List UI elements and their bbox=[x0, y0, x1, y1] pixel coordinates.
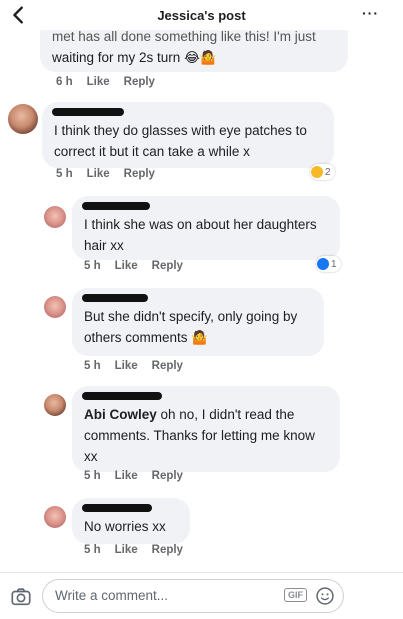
comment-time: 5 h bbox=[84, 544, 101, 556]
comment-input[interactable] bbox=[55, 588, 275, 603]
page-title: Jessica's post bbox=[157, 8, 246, 23]
comment-meta: 5 h Like Reply bbox=[84, 470, 183, 482]
comment-text: I think they do glasses with eye patches… bbox=[54, 123, 307, 138]
reply-button[interactable]: Reply bbox=[152, 470, 183, 482]
like-button[interactable]: Like bbox=[115, 470, 138, 482]
comment-text: But she didn't specify, only going by bbox=[84, 309, 298, 324]
comment-thread[interactable]: met has all done something like this! I'… bbox=[0, 30, 403, 570]
comment-bubble: Abi Cowley oh no, I didn't read the comm… bbox=[72, 386, 340, 472]
redacted-name bbox=[82, 392, 162, 400]
comment-text-partial: met has all done something like this! I'… bbox=[52, 30, 316, 44]
comment-time: 5 h bbox=[84, 470, 101, 482]
comment-meta: 5 h Like Reply bbox=[84, 544, 183, 556]
comment-time: 5 h bbox=[84, 360, 101, 372]
like-button[interactable]: Like bbox=[115, 260, 138, 272]
avatar[interactable] bbox=[44, 394, 66, 416]
like-button[interactable]: Like bbox=[115, 360, 138, 372]
reply-button[interactable]: Reply bbox=[152, 360, 183, 372]
header-bar: Jessica's post ··· bbox=[0, 0, 403, 30]
reaction-count: 2 bbox=[325, 166, 331, 178]
comment-meta: 6 h Like Reply bbox=[56, 76, 155, 88]
avatar[interactable] bbox=[44, 296, 66, 318]
reaction-summary[interactable]: 2 bbox=[310, 164, 335, 180]
reply-button[interactable]: Reply bbox=[152, 544, 183, 556]
comment-input-container[interactable]: GIF bbox=[42, 579, 344, 613]
camera-icon[interactable] bbox=[10, 586, 32, 608]
redacted-name bbox=[82, 504, 152, 512]
comment-text: hair xx bbox=[84, 238, 124, 253]
reply-button[interactable]: Reply bbox=[124, 76, 155, 88]
like-button[interactable]: Like bbox=[115, 544, 138, 556]
mention-link[interactable]: Abi Cowley bbox=[84, 407, 157, 422]
reaction-count: 1 bbox=[331, 258, 337, 270]
comment-text: xx bbox=[84, 449, 98, 464]
comment-time: 5 h bbox=[84, 260, 101, 272]
comment-meta: 5 h Like Reply bbox=[84, 360, 183, 372]
comment-text: No worries xx bbox=[84, 519, 166, 534]
comment-meta: 5 h Like Reply bbox=[84, 260, 183, 272]
like-reaction-icon bbox=[317, 258, 329, 270]
comment-meta: 5 h Like Reply bbox=[56, 168, 155, 180]
comment-text-line: others comments 🤷 bbox=[84, 327, 312, 348]
avatar[interactable] bbox=[44, 206, 66, 228]
emoji: 😂🤷 bbox=[184, 50, 217, 65]
comment-text: others comments bbox=[84, 330, 188, 345]
comment-bubble: No worries xx bbox=[72, 498, 190, 544]
comment-bubble: I think they do glasses with eye patches… bbox=[42, 102, 334, 168]
comment-text-line: waiting for my 2s turn 😂🤷 bbox=[52, 47, 336, 68]
comment-text-line: Abi Cowley oh no, I didn't read the bbox=[84, 404, 328, 425]
back-arrow-icon[interactable] bbox=[8, 4, 30, 26]
comment-time: 5 h bbox=[56, 168, 73, 180]
like-button[interactable]: Like bbox=[87, 76, 110, 88]
comment-text: comments. Thanks for letting me know bbox=[84, 428, 315, 443]
avatar[interactable] bbox=[8, 104, 38, 134]
reply-button[interactable]: Reply bbox=[152, 260, 183, 272]
more-options-icon[interactable]: ··· bbox=[362, 5, 379, 21]
comment-composer: GIF bbox=[0, 572, 403, 619]
comment-text: correct it but it can take a while x bbox=[54, 144, 250, 159]
comment-bubble: met has all done something like this! I'… bbox=[40, 30, 348, 72]
emoji-icon[interactable] bbox=[315, 586, 335, 606]
comment-text: I think she was on about her daughters bbox=[84, 217, 317, 232]
comment-bubble: I think she was on about her daughters h… bbox=[72, 196, 340, 260]
comment-text: oh no, I didn't read the bbox=[156, 407, 295, 422]
comment-time: 6 h bbox=[56, 76, 73, 88]
reply-button[interactable]: Reply bbox=[124, 168, 155, 180]
like-button[interactable]: Like bbox=[87, 168, 110, 180]
avatar[interactable] bbox=[44, 506, 66, 528]
comment-bubble: But she didn't specify, only going by ot… bbox=[72, 288, 324, 356]
haha-reaction-icon bbox=[311, 166, 323, 178]
redacted-name bbox=[52, 108, 124, 116]
redacted-name bbox=[82, 294, 148, 302]
comment-text: waiting for my 2s turn bbox=[52, 50, 181, 65]
reaction-summary[interactable]: 1 bbox=[316, 256, 341, 272]
redacted-name bbox=[82, 202, 150, 210]
emoji: 🤷 bbox=[191, 330, 209, 345]
gif-button[interactable]: GIF bbox=[284, 588, 307, 602]
